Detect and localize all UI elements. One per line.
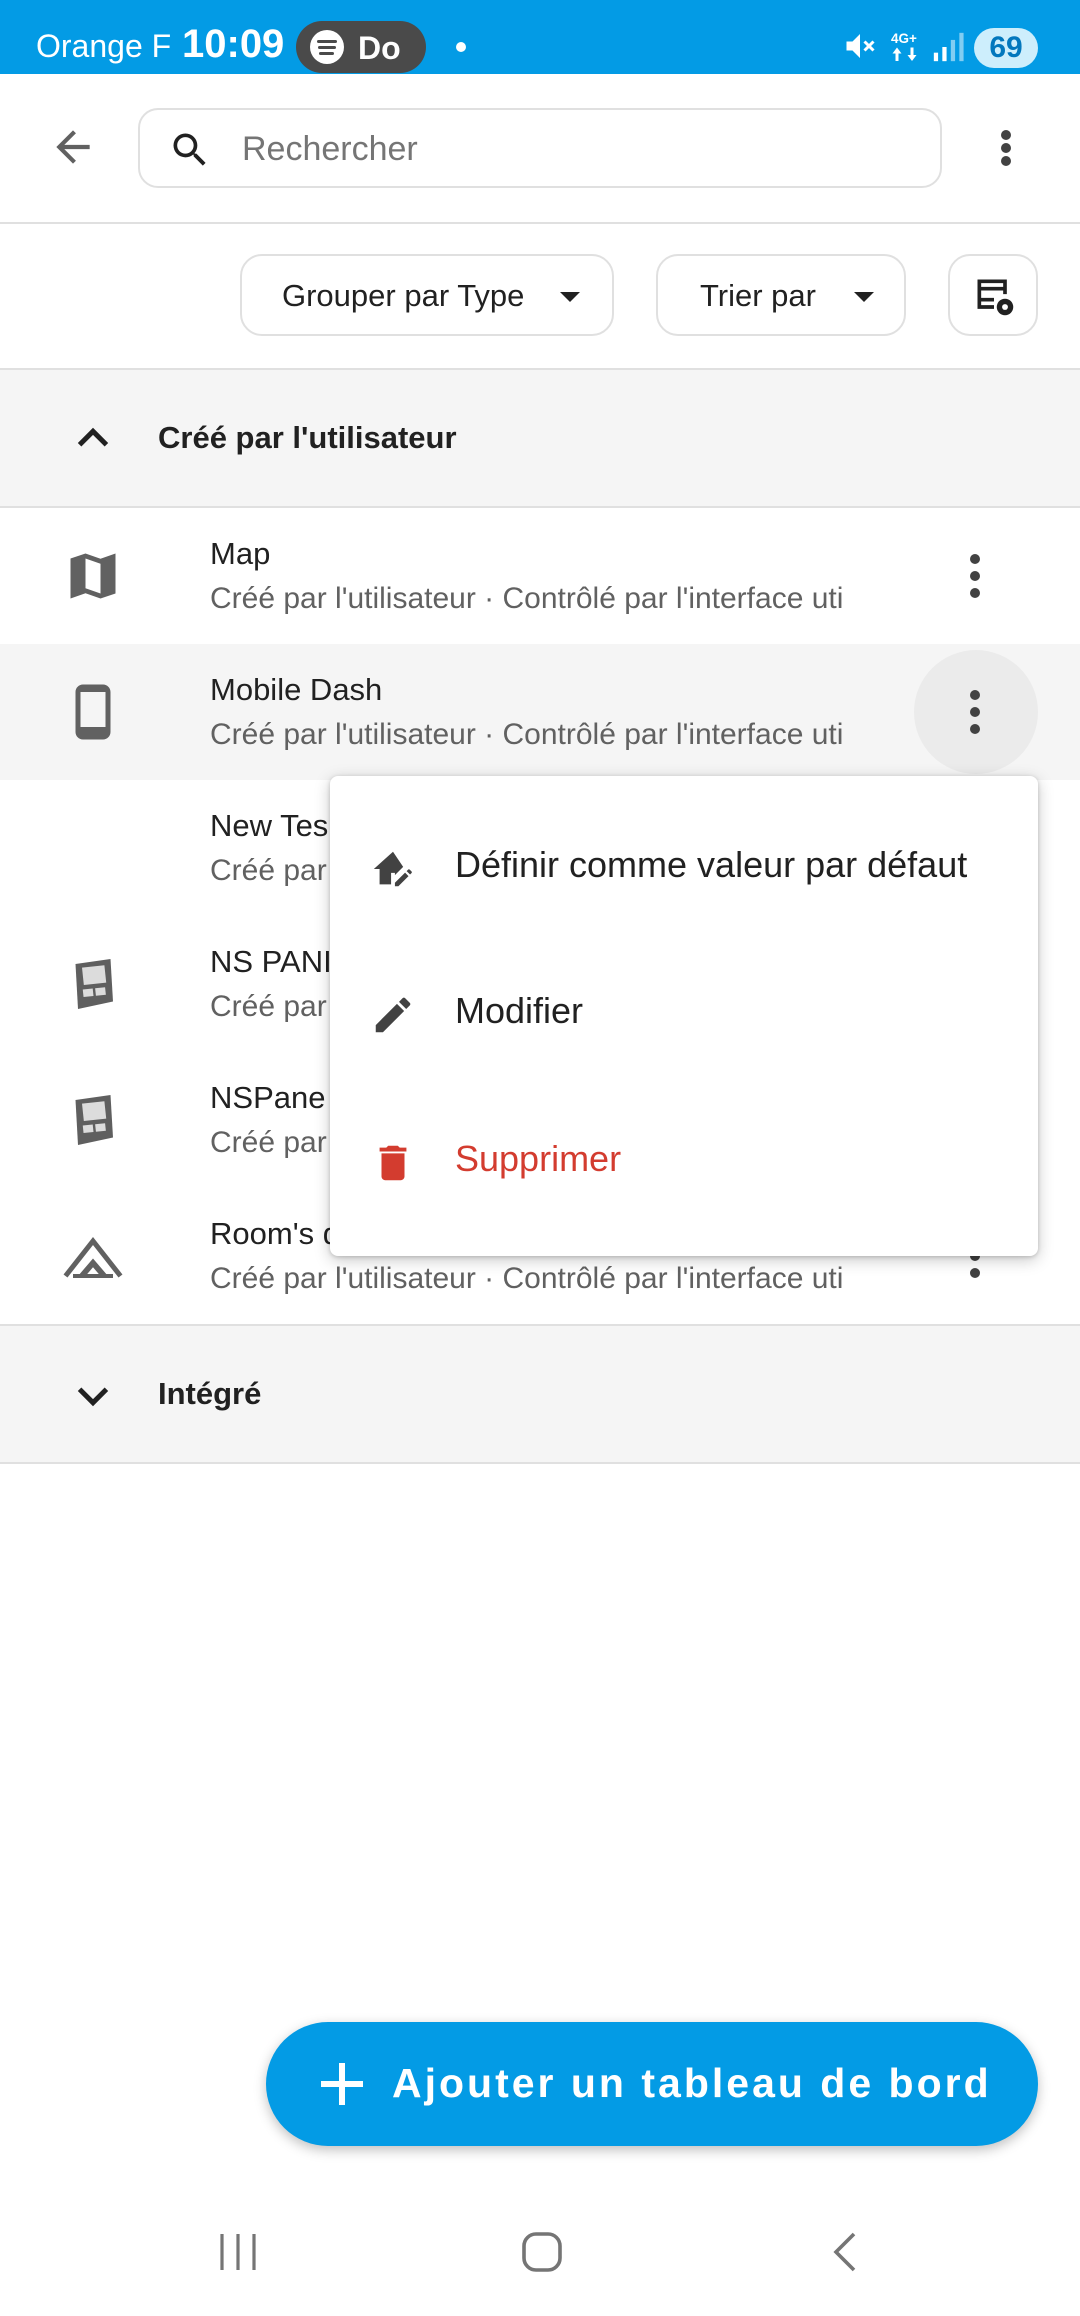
group-header-user-created[interactable]: Créé par l'utilisateur — [0, 370, 1080, 508]
row-title: NS PANI — [210, 944, 332, 979]
ns-panel-icon — [75, 1095, 113, 1145]
row-title: NSPane — [210, 1080, 326, 1115]
row-subtitle: Créé par l'utilisateur · Contrôlé par l'… — [210, 582, 844, 615]
group-header-integrated[interactable]: Intégré — [0, 1326, 1080, 1464]
chevron-down-icon — [854, 292, 874, 302]
table-settings-icon — [977, 279, 1014, 316]
4g-icon: 4G+ — [891, 31, 917, 61]
group-by-label: Grouper par Type — [282, 278, 525, 313]
row-title: New Tes — [210, 808, 329, 843]
context-menu: Définir comme valeur par défaut Modifier… — [330, 776, 1038, 1256]
sort-label: Trier par — [700, 278, 816, 313]
more-vert-icon[interactable] — [945, 546, 1005, 606]
row-title: Room's d — [210, 1216, 340, 1251]
battery-icon: 69 — [974, 28, 1038, 68]
status-bar: Orange F 10:09 Do 4G+ 69 — [0, 0, 1080, 74]
media-chip[interactable]: Do — [296, 21, 426, 73]
home-roof-icon — [63, 1236, 123, 1278]
group-by-dropdown[interactable]: Grouper par Type — [240, 254, 614, 336]
row-subtitle: Créé par l'utilisateur · Contrôlé par l'… — [210, 1262, 844, 1295]
spotify-icon — [310, 30, 344, 64]
chevron-down-icon — [560, 292, 580, 302]
more-vert-icon[interactable] — [976, 118, 1036, 178]
mute-icon — [846, 34, 875, 58]
search-icon — [173, 133, 206, 166]
add-dashboard-button[interactable]: Ajouter un tableau de bord — [266, 2022, 1038, 2146]
delete-icon — [379, 1145, 407, 1181]
menu-item-label: Modifier — [455, 990, 584, 1031]
chevron-up-icon — [77, 427, 109, 447]
filter-bar: Grouper par Type Trier par — [0, 222, 1080, 370]
clock: 10:09 — [182, 22, 285, 66]
back-icon[interactable] — [822, 2228, 870, 2276]
list-item[interactable]: Mobile Dash Créé par l'utilisateur · Con… — [0, 644, 1080, 782]
group-label: Créé par l'utilisateur — [158, 420, 457, 455]
pencil-icon — [375, 997, 411, 1033]
chevron-down-icon — [77, 1387, 109, 1407]
menu-item-label: Définir comme valeur par défaut — [455, 844, 968, 885]
svg-text:4G+: 4G+ — [891, 31, 917, 46]
sort-dropdown[interactable]: Trier par — [656, 254, 906, 336]
add-dashboard-label: Ajouter un tableau de bord — [392, 2060, 992, 2106]
menu-item-set-default[interactable]: Définir comme valeur par défaut — [330, 794, 1038, 940]
menu-item-label: Supprimer — [455, 1138, 622, 1179]
home-edit-icon — [373, 851, 412, 887]
phone-icon — [75, 684, 111, 740]
row-title: Map — [210, 536, 271, 571]
recent-apps-icon[interactable] — [214, 2230, 262, 2274]
more-vert-icon[interactable] — [945, 682, 1005, 742]
signal-icon — [933, 32, 964, 62]
system-nav-bar — [0, 2190, 1080, 2316]
app-bar: Rechercher — [0, 74, 1080, 224]
carrier-label: Orange F — [36, 28, 172, 64]
search-placeholder: Rechercher — [242, 130, 418, 168]
menu-item-delete[interactable]: Supprimer — [330, 1088, 1038, 1234]
home-icon[interactable] — [518, 2228, 566, 2276]
group-label: Intégré — [158, 1376, 262, 1411]
table-settings-button[interactable] — [948, 254, 1038, 336]
media-text: Do — [358, 30, 401, 66]
search-input[interactable]: Rechercher — [138, 108, 942, 188]
list-item[interactable]: Map Créé par l'utilisateur · Contrôlé pa… — [0, 508, 1080, 646]
ns-panel-icon — [75, 959, 113, 1009]
map-icon — [70, 553, 116, 599]
plus-icon — [321, 2063, 363, 2105]
notification-dot-icon — [456, 42, 466, 52]
row-subtitle: Créé par l'utilisateur · Contrôlé par l'… — [210, 718, 844, 751]
menu-item-edit[interactable]: Modifier — [330, 940, 1038, 1086]
back-arrow-icon[interactable] — [48, 122, 98, 172]
row-title: Mobile Dash — [210, 672, 383, 707]
